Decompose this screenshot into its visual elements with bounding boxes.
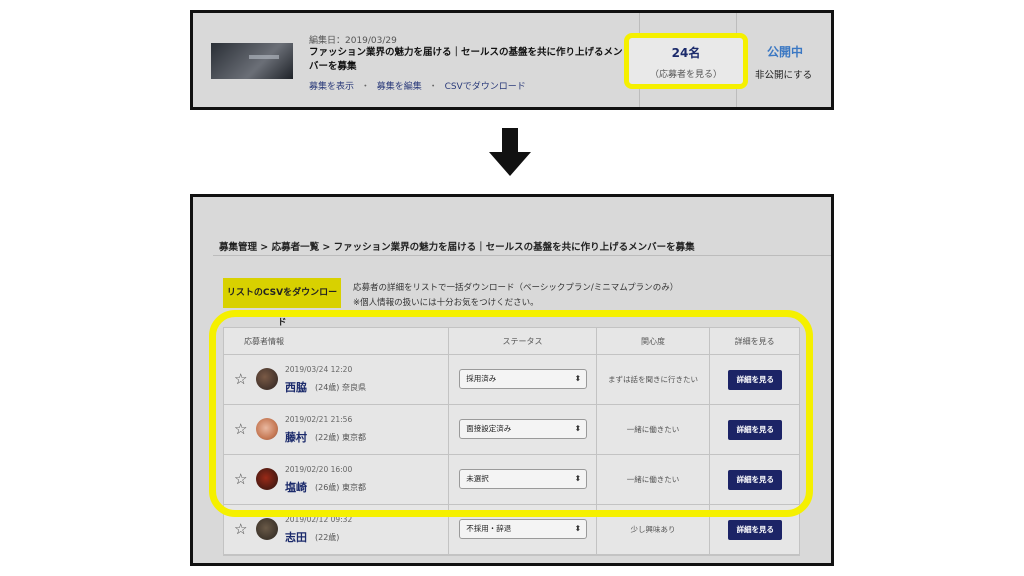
highlight-frame [209, 310, 813, 517]
job-listing-panel: 編集日：2019/03/29 ファッション業界の魅力を届ける｜セールスの基盤を共… [190, 10, 834, 110]
status-value: 不採用・辞退 [466, 524, 512, 533]
select-arrow-icon: ⬍ [574, 524, 582, 533]
edit-job-link[interactable]: 募集を編集 [377, 82, 422, 92]
view-job-link[interactable]: 募集を表示 [309, 82, 354, 92]
breadcrumb: 募集管理 > 応募者一覧 > ファッション業界の魅力を届ける｜セールスの基盤を共… [219, 242, 695, 253]
avatar [256, 518, 278, 540]
divider [213, 255, 831, 256]
star-icon[interactable]: ☆ [234, 520, 247, 538]
applicant-age: (22歳) [315, 533, 340, 542]
detail-button[interactable]: 詳細を見る [728, 520, 783, 540]
status-select[interactable]: 不採用・辞退 ⬍ [459, 519, 588, 539]
csv-note: 応募者の詳細をリストで一括ダウンロード（ベーシックプラン/ミニマムプランのみ） [353, 283, 679, 293]
down-arrow-icon [489, 128, 531, 176]
job-title: ファッション業界の魅力を届ける｜セールスの基盤を共に作り上げるメンバーを募集 [309, 47, 623, 72]
link-separator: ・ [360, 82, 370, 92]
privacy-note: ※個人情報の扱いには十分お気をつけください。 [353, 298, 539, 308]
view-applicants-link[interactable]: （応募者を見る） [629, 67, 743, 80]
tutorial-slide: 編集日：2019/03/29 ファッション業界の魅力を届ける｜セールスの基盤を共… [0, 0, 1024, 576]
unpublish-link[interactable]: 非公開にする [755, 67, 812, 81]
published-status: 公開中 [767, 45, 804, 59]
job-links: 募集を表示 ・ 募集を編集 ・ CSVでダウンロード [309, 79, 526, 92]
job-thumbnail [211, 43, 293, 79]
applicant-count: 24名 [671, 46, 701, 60]
applicant-name[interactable]: 志田 [285, 529, 307, 545]
edit-date: 編集日：2019/03/29 [309, 36, 397, 46]
link-separator: ・ [428, 82, 438, 92]
csv-download-link[interactable]: CSVでダウンロード [445, 82, 526, 92]
applicant-count-box[interactable]: 24名 （応募者を見る） [624, 33, 748, 89]
csv-download-button[interactable]: リストのCSVをダウンロード [223, 278, 341, 328]
